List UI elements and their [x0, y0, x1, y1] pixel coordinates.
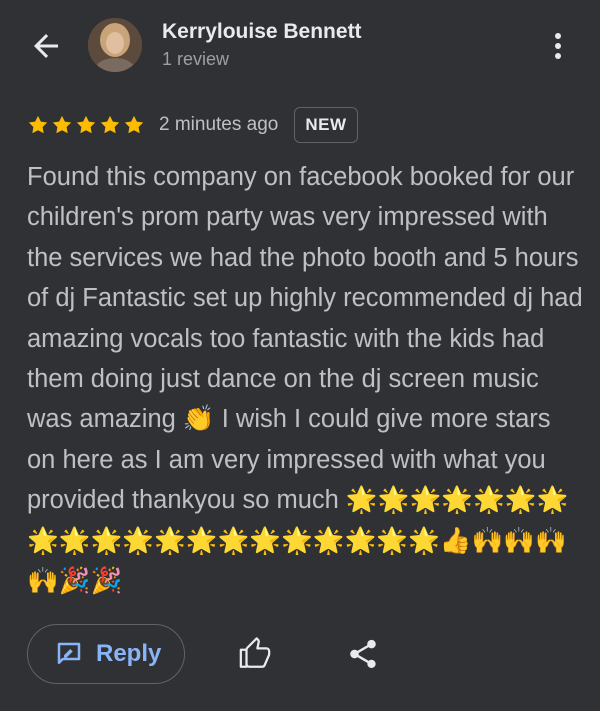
star-icon: [28, 115, 48, 134]
share-button[interactable]: [346, 637, 380, 671]
review-header: Kerrylouise Bennett 1 review: [0, 0, 600, 92]
review-actions: Reply: [0, 620, 600, 690]
review-time: 2 minutes ago: [159, 114, 279, 135]
avatar-image: [88, 18, 142, 72]
more-vert-icon: [555, 33, 561, 59]
star-icon: [100, 115, 120, 134]
avatar[interactable]: [88, 18, 142, 72]
like-button[interactable]: [238, 637, 272, 671]
back-button[interactable]: [28, 28, 64, 64]
star-icon: [52, 115, 72, 134]
review-text: Found this company on facebook booked fo…: [27, 163, 583, 596]
reply-button[interactable]: Reply: [27, 624, 185, 684]
arrow-back-icon: [34, 34, 58, 58]
thumb-up-icon: [239, 637, 271, 668]
share-icon: [350, 639, 376, 669]
star-icon: [124, 115, 144, 134]
reviewer-name[interactable]: Kerrylouise Bennett: [162, 20, 362, 44]
new-badge: NEW: [294, 107, 358, 143]
reviewer-review-count: 1 review: [162, 49, 230, 69]
reply-edit-icon: [57, 642, 81, 664]
more-options-button[interactable]: [544, 28, 572, 64]
review-meta: 2 minutes ago NEW: [27, 106, 358, 144]
reply-label: Reply: [96, 640, 162, 667]
star-icon: [76, 115, 96, 134]
star-rating: [27, 114, 145, 136]
